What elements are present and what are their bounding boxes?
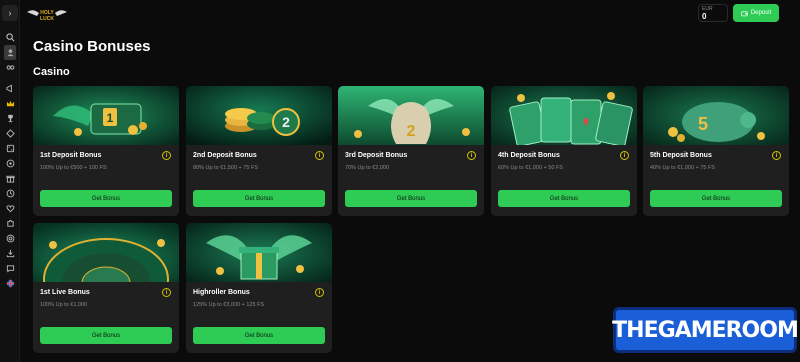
bonus-name: 1st Deposit Bonus [40,152,102,159]
user-icon[interactable] [4,45,16,60]
bonus-card-1st-deposit: 1 1st Deposit Bonus i 100% Up to €500 + … [33,86,179,216]
balance-display[interactable]: EUR 0 [698,4,728,22]
deposit-button[interactable]: Deposit [733,4,779,22]
info-icon[interactable]: i [162,288,171,297]
soccer-icon[interactable] [0,156,20,171]
chat-icon[interactable] [0,261,20,276]
svg-text:1: 1 [107,111,114,125]
info-icon[interactable]: i [620,151,629,160]
balance-amount: 0 [702,12,707,21]
bonus-card-3rd-deposit: 2 3rd Deposit Bonus i 70% Up to €2,000 G… [338,86,484,216]
bonus-image-gift-wings [186,223,332,282]
get-bonus-button[interactable]: Get Bonus [40,190,172,207]
bonus-card-highroller: Highroller Bonus i 125% Up to €3,000 + 1… [186,223,332,353]
bonus-description: 100% Up to €1,000 [40,302,88,308]
bonus-name: 5th Deposit Bonus [650,152,712,159]
bonus-name: 2nd Deposit Bonus [193,152,257,159]
diamond-icon[interactable] [0,126,20,141]
get-bonus-button[interactable]: Get Bonus [40,327,172,344]
megaphone-icon[interactable] [0,81,20,96]
get-bonus-button[interactable]: Get Bonus [498,190,630,207]
deposit-label: Deposit [750,10,772,16]
info-icon[interactable]: i [315,151,324,160]
wallet-icon [741,10,748,16]
gift-icon[interactable] [0,171,20,186]
bonus-name: 3rd Deposit Bonus [345,152,408,159]
support-icon[interactable] [0,231,20,246]
bonus-image-playing-cards [491,86,637,145]
get-bonus-button[interactable]: Get Bonus [193,190,325,207]
bonus-card-5th-deposit: 5 5th Deposit Bonus i 40% Up to €1,000 +… [643,86,789,216]
svg-text:2: 2 [282,114,290,130]
get-bonus-button[interactable]: Get Bonus [193,327,325,344]
watermark: THEGAMEROOM [612,307,799,353]
bonus-image-coins: 2 [186,86,332,145]
heart-icon[interactable] [0,201,20,216]
bonus-image-piggy-bank: 5 [643,86,789,145]
section-title: Casino [33,66,70,78]
puzzle-icon[interactable] [0,216,20,231]
search-icon[interactable] [0,30,20,45]
flag-uk-icon[interactable] [0,276,20,291]
info-icon[interactable]: i [772,151,781,160]
info-icon[interactable]: i [162,151,171,160]
bonus-name: 4th Deposit Bonus [498,152,560,159]
bonus-description: 100% Up to €500 + 100 FS [40,165,107,171]
trophy-icon[interactable] [0,111,20,126]
bonus-description: 70% Up to €2,000 [345,165,390,171]
logo[interactable]: HOLY LUCK [25,6,69,24]
info-icon[interactable]: i [315,288,324,297]
get-bonus-button[interactable]: Get Bonus [650,190,782,207]
watermark-text: THEGAMEROOM [612,317,799,343]
bonus-description: 40% Up to €1,000 + 75 FS [650,165,715,171]
sidebar: › [0,0,20,362]
bonus-description: 125% Up to €3,000 + 125 FS [193,302,265,308]
glasses-icon[interactable] [0,60,20,75]
bonus-image-roulette [33,223,179,282]
sidebar-toggle-button[interactable]: › [2,5,18,21]
svg-text:2: 2 [407,123,416,140]
bonus-description: 60% Up to €1,000 + 50 FS [498,165,563,171]
logo-text-luck: LUCK [40,16,54,22]
bonus-description: 80% Up to €1,500 + 75 FS [193,165,258,171]
download-icon[interactable] [0,246,20,261]
bonus-card-2nd-deposit: 2 2nd Deposit Bonus i 80% Up to €1,500 +… [186,86,332,216]
bonus-card-4th-deposit: 4th Deposit Bonus i 60% Up to €1,000 + 5… [491,86,637,216]
chevron-right-icon: › [8,8,12,18]
bonus-card-1st-live: 1st Live Bonus i 100% Up to €1,000 Get B… [33,223,179,353]
crown-icon[interactable] [0,96,20,111]
bonus-name: 1st Live Bonus [40,289,90,296]
svg-text:5: 5 [698,114,708,134]
clock-icon[interactable] [0,186,20,201]
bonus-image-money-bag: 2 [338,86,484,145]
bonus-name: Highroller Bonus [193,289,250,296]
bonus-image-wings-chest: 1 [33,86,179,145]
dice-icon[interactable] [0,141,20,156]
get-bonus-button[interactable]: Get Bonus [345,190,477,207]
info-icon[interactable]: i [467,151,476,160]
page-title: Casino Bonuses [33,38,151,55]
